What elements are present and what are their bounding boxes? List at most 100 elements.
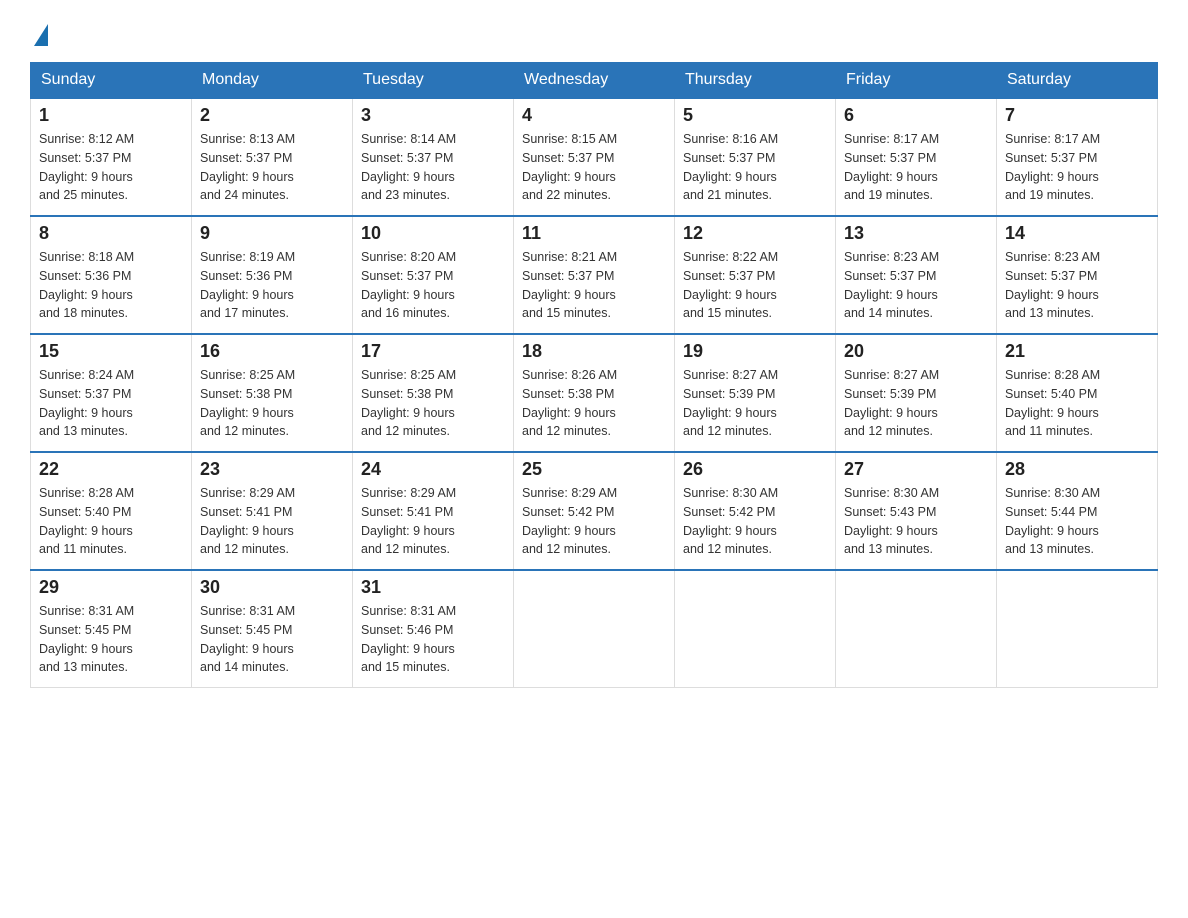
day-info: Sunrise: 8:17 AMSunset: 5:37 PMDaylight:…	[844, 132, 939, 202]
day-number: 17	[361, 341, 505, 362]
day-number: 4	[522, 105, 666, 126]
day-info: Sunrise: 8:17 AMSunset: 5:37 PMDaylight:…	[1005, 132, 1100, 202]
day-info: Sunrise: 8:13 AMSunset: 5:37 PMDaylight:…	[200, 132, 295, 202]
weekday-header-saturday: Saturday	[997, 63, 1158, 99]
day-info: Sunrise: 8:24 AMSunset: 5:37 PMDaylight:…	[39, 368, 134, 438]
calendar-header-row: SundayMondayTuesdayWednesdayThursdayFrid…	[31, 63, 1158, 99]
day-number: 23	[200, 459, 344, 480]
day-number: 29	[39, 577, 183, 598]
day-number: 15	[39, 341, 183, 362]
calendar-cell: 4 Sunrise: 8:15 AMSunset: 5:37 PMDayligh…	[514, 98, 675, 216]
day-info: Sunrise: 8:28 AMSunset: 5:40 PMDaylight:…	[39, 486, 134, 556]
day-info: Sunrise: 8:12 AMSunset: 5:37 PMDaylight:…	[39, 132, 134, 202]
calendar-cell: 9 Sunrise: 8:19 AMSunset: 5:36 PMDayligh…	[192, 216, 353, 334]
calendar-cell: 11 Sunrise: 8:21 AMSunset: 5:37 PMDaylig…	[514, 216, 675, 334]
calendar-cell	[514, 570, 675, 688]
day-info: Sunrise: 8:21 AMSunset: 5:37 PMDaylight:…	[522, 250, 617, 320]
calendar-cell: 2 Sunrise: 8:13 AMSunset: 5:37 PMDayligh…	[192, 98, 353, 216]
day-number: 19	[683, 341, 827, 362]
day-info: Sunrise: 8:14 AMSunset: 5:37 PMDaylight:…	[361, 132, 456, 202]
weekday-header-tuesday: Tuesday	[353, 63, 514, 99]
calendar-cell	[836, 570, 997, 688]
day-number: 21	[1005, 341, 1149, 362]
day-number: 2	[200, 105, 344, 126]
day-info: Sunrise: 8:18 AMSunset: 5:36 PMDaylight:…	[39, 250, 134, 320]
day-info: Sunrise: 8:16 AMSunset: 5:37 PMDaylight:…	[683, 132, 778, 202]
day-number: 8	[39, 223, 183, 244]
calendar-cell: 28 Sunrise: 8:30 AMSunset: 5:44 PMDaylig…	[997, 452, 1158, 570]
day-number: 28	[1005, 459, 1149, 480]
calendar-cell: 31 Sunrise: 8:31 AMSunset: 5:46 PMDaylig…	[353, 570, 514, 688]
day-number: 5	[683, 105, 827, 126]
week-row-4: 22 Sunrise: 8:28 AMSunset: 5:40 PMDaylig…	[31, 452, 1158, 570]
day-number: 20	[844, 341, 988, 362]
calendar-cell: 15 Sunrise: 8:24 AMSunset: 5:37 PMDaylig…	[31, 334, 192, 452]
calendar-cell: 10 Sunrise: 8:20 AMSunset: 5:37 PMDaylig…	[353, 216, 514, 334]
day-number: 14	[1005, 223, 1149, 244]
day-number: 16	[200, 341, 344, 362]
logo	[30, 20, 48, 42]
calendar-cell	[997, 570, 1158, 688]
day-info: Sunrise: 8:23 AMSunset: 5:37 PMDaylight:…	[1005, 250, 1100, 320]
calendar-cell: 22 Sunrise: 8:28 AMSunset: 5:40 PMDaylig…	[31, 452, 192, 570]
day-number: 3	[361, 105, 505, 126]
day-number: 27	[844, 459, 988, 480]
weekday-header-wednesday: Wednesday	[514, 63, 675, 99]
calendar-cell: 23 Sunrise: 8:29 AMSunset: 5:41 PMDaylig…	[192, 452, 353, 570]
calendar-cell: 6 Sunrise: 8:17 AMSunset: 5:37 PMDayligh…	[836, 98, 997, 216]
calendar-cell: 25 Sunrise: 8:29 AMSunset: 5:42 PMDaylig…	[514, 452, 675, 570]
day-info: Sunrise: 8:19 AMSunset: 5:36 PMDaylight:…	[200, 250, 295, 320]
calendar-cell: 30 Sunrise: 8:31 AMSunset: 5:45 PMDaylig…	[192, 570, 353, 688]
day-info: Sunrise: 8:31 AMSunset: 5:45 PMDaylight:…	[200, 604, 295, 674]
day-number: 9	[200, 223, 344, 244]
day-number: 10	[361, 223, 505, 244]
day-info: Sunrise: 8:29 AMSunset: 5:41 PMDaylight:…	[200, 486, 295, 556]
calendar-cell: 24 Sunrise: 8:29 AMSunset: 5:41 PMDaylig…	[353, 452, 514, 570]
day-info: Sunrise: 8:29 AMSunset: 5:42 PMDaylight:…	[522, 486, 617, 556]
week-row-5: 29 Sunrise: 8:31 AMSunset: 5:45 PMDaylig…	[31, 570, 1158, 688]
day-number: 30	[200, 577, 344, 598]
calendar-cell	[675, 570, 836, 688]
weekday-header-thursday: Thursday	[675, 63, 836, 99]
calendar-cell: 14 Sunrise: 8:23 AMSunset: 5:37 PMDaylig…	[997, 216, 1158, 334]
calendar-cell: 3 Sunrise: 8:14 AMSunset: 5:37 PMDayligh…	[353, 98, 514, 216]
day-info: Sunrise: 8:27 AMSunset: 5:39 PMDaylight:…	[683, 368, 778, 438]
day-info: Sunrise: 8:27 AMSunset: 5:39 PMDaylight:…	[844, 368, 939, 438]
calendar-cell: 13 Sunrise: 8:23 AMSunset: 5:37 PMDaylig…	[836, 216, 997, 334]
day-info: Sunrise: 8:15 AMSunset: 5:37 PMDaylight:…	[522, 132, 617, 202]
calendar-cell: 21 Sunrise: 8:28 AMSunset: 5:40 PMDaylig…	[997, 334, 1158, 452]
calendar-cell: 16 Sunrise: 8:25 AMSunset: 5:38 PMDaylig…	[192, 334, 353, 452]
day-info: Sunrise: 8:31 AMSunset: 5:45 PMDaylight:…	[39, 604, 134, 674]
weekday-header-monday: Monday	[192, 63, 353, 99]
day-number: 26	[683, 459, 827, 480]
calendar-cell: 1 Sunrise: 8:12 AMSunset: 5:37 PMDayligh…	[31, 98, 192, 216]
calendar-cell: 27 Sunrise: 8:30 AMSunset: 5:43 PMDaylig…	[836, 452, 997, 570]
calendar-table: SundayMondayTuesdayWednesdayThursdayFrid…	[30, 62, 1158, 688]
day-number: 24	[361, 459, 505, 480]
page-header	[30, 20, 1158, 42]
day-info: Sunrise: 8:26 AMSunset: 5:38 PMDaylight:…	[522, 368, 617, 438]
weekday-header-sunday: Sunday	[31, 63, 192, 99]
calendar-cell: 19 Sunrise: 8:27 AMSunset: 5:39 PMDaylig…	[675, 334, 836, 452]
day-number: 13	[844, 223, 988, 244]
day-info: Sunrise: 8:29 AMSunset: 5:41 PMDaylight:…	[361, 486, 456, 556]
day-info: Sunrise: 8:28 AMSunset: 5:40 PMDaylight:…	[1005, 368, 1100, 438]
calendar-cell: 18 Sunrise: 8:26 AMSunset: 5:38 PMDaylig…	[514, 334, 675, 452]
week-row-1: 1 Sunrise: 8:12 AMSunset: 5:37 PMDayligh…	[31, 98, 1158, 216]
day-info: Sunrise: 8:30 AMSunset: 5:44 PMDaylight:…	[1005, 486, 1100, 556]
calendar-cell: 20 Sunrise: 8:27 AMSunset: 5:39 PMDaylig…	[836, 334, 997, 452]
day-number: 25	[522, 459, 666, 480]
weekday-header-friday: Friday	[836, 63, 997, 99]
day-number: 22	[39, 459, 183, 480]
day-info: Sunrise: 8:30 AMSunset: 5:42 PMDaylight:…	[683, 486, 778, 556]
calendar-cell: 5 Sunrise: 8:16 AMSunset: 5:37 PMDayligh…	[675, 98, 836, 216]
calendar-cell: 17 Sunrise: 8:25 AMSunset: 5:38 PMDaylig…	[353, 334, 514, 452]
calendar-cell: 7 Sunrise: 8:17 AMSunset: 5:37 PMDayligh…	[997, 98, 1158, 216]
calendar-cell: 26 Sunrise: 8:30 AMSunset: 5:42 PMDaylig…	[675, 452, 836, 570]
day-number: 12	[683, 223, 827, 244]
day-info: Sunrise: 8:30 AMSunset: 5:43 PMDaylight:…	[844, 486, 939, 556]
week-row-2: 8 Sunrise: 8:18 AMSunset: 5:36 PMDayligh…	[31, 216, 1158, 334]
calendar-cell: 8 Sunrise: 8:18 AMSunset: 5:36 PMDayligh…	[31, 216, 192, 334]
day-info: Sunrise: 8:20 AMSunset: 5:37 PMDaylight:…	[361, 250, 456, 320]
day-info: Sunrise: 8:22 AMSunset: 5:37 PMDaylight:…	[683, 250, 778, 320]
